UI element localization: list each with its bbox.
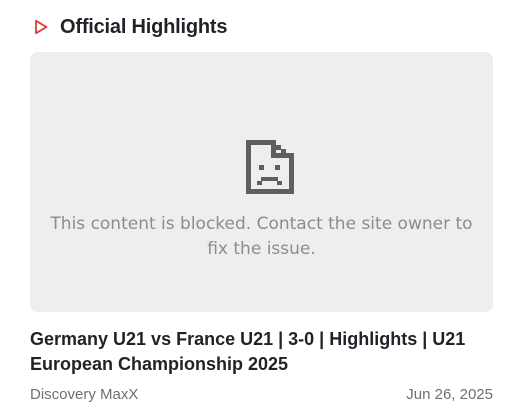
blocked-message: This content is blocked. Contact the sit… (50, 214, 473, 259)
section-header: Official Highlights (33, 14, 228, 40)
channel-name[interactable]: Discovery MaxX (30, 386, 138, 403)
play-outline-icon (35, 19, 48, 35)
video-meta: Discovery MaxX Jun 26, 2025 (30, 386, 493, 403)
video-embed[interactable]: This content is blocked. Contact the sit… (30, 52, 493, 312)
video-title[interactable]: Germany U21 vs France U21 | 3-0 | Highli… (30, 327, 500, 377)
broken-page-icon (246, 140, 294, 194)
publish-date: Jun 26, 2025 (406, 386, 493, 403)
section-title: Official Highlights (60, 15, 228, 38)
